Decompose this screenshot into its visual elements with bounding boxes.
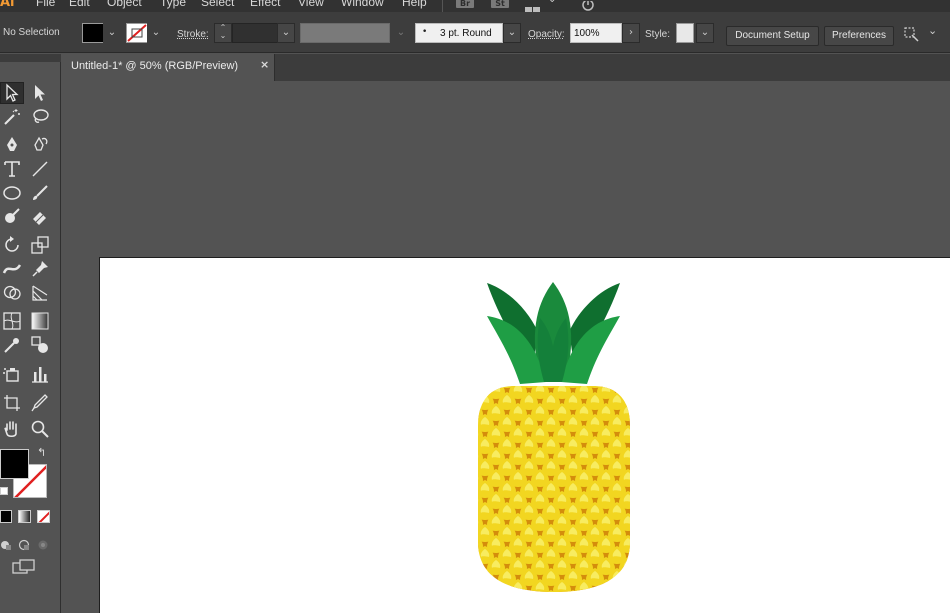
fill-color-swatch[interactable] <box>82 23 104 43</box>
control-bar: No Selection ⌄ ⌄ Stroke: ⌃ ⌄ ⌄ ⌄ • 3 pt. … <box>0 12 950 53</box>
none-mode-button[interactable] <box>37 510 50 523</box>
artboard[interactable] <box>99 257 950 613</box>
chevron-down-icon[interactable]: ⌄ <box>928 24 937 37</box>
style-dropdown[interactable]: ⌄ <box>696 23 714 43</box>
arrange-documents-icon[interactable] <box>524 0 542 12</box>
close-icon[interactable]: × <box>260 58 269 71</box>
document-tab-title: Untitled-1* @ 50% (RGB/Preview) <box>71 60 239 72</box>
tools-panel-grip[interactable] <box>0 54 61 62</box>
zoom-tool-icon[interactable] <box>28 418 52 440</box>
document-tab[interactable]: Untitled-1* @ 50% (RGB/Preview) × <box>62 54 275 81</box>
direct-selection-tool-icon[interactable] <box>28 82 52 104</box>
curvature-tool-icon[interactable] <box>28 134 52 156</box>
style-label: Style: <box>645 29 671 40</box>
selection-tool-icon[interactable] <box>0 82 24 104</box>
pineapple-illustration[interactable] <box>100 258 950 613</box>
type-tool-icon[interactable] <box>0 158 24 180</box>
default-colors-icon[interactable] <box>0 487 8 495</box>
menu-view[interactable]: View <box>298 0 324 9</box>
shape-builder-tool-icon[interactable] <box>0 282 24 304</box>
brush-dropdown[interactable]: ⌄ <box>503 23 521 43</box>
artboard-tool-icon[interactable] <box>0 392 24 414</box>
paintbrush-tool-icon[interactable] <box>28 182 52 204</box>
tools-panel: ↰ <box>0 54 61 613</box>
stock-button[interactable]: St <box>491 0 509 8</box>
brush-value: 3 pt. Round <box>440 28 492 39</box>
stroke-weight-stepper[interactable]: ⌃ ⌄ <box>214 23 232 43</box>
shaper-tool-icon[interactable] <box>0 206 24 228</box>
slice-tool-icon[interactable] <box>28 392 52 414</box>
menu-bar: Ai File Edit Object Type Select Effect V… <box>0 0 950 12</box>
line-tool-icon[interactable] <box>28 158 52 180</box>
menu-file[interactable]: File <box>36 0 55 9</box>
swap-fill-stroke-icon[interactable]: ↰ <box>37 446 46 459</box>
menu-effect[interactable]: Effect <box>250 0 280 9</box>
pen-tool-icon[interactable] <box>0 134 24 156</box>
gpu-performance-icon[interactable] <box>578 0 598 12</box>
illustrator-window: Ai File Edit Object Type Select Effect V… <box>0 0 950 613</box>
draw-normal-icon[interactable] <box>0 536 12 555</box>
opacity-arrow[interactable]: › <box>622 23 640 43</box>
eyedropper-tool-icon[interactable] <box>0 334 24 356</box>
menu-help[interactable]: Help <box>402 0 427 9</box>
hand-tool-icon[interactable] <box>0 418 24 440</box>
rotate-tool-icon[interactable] <box>0 234 24 256</box>
stroke-weight-dropdown[interactable]: ⌄ <box>277 23 295 43</box>
menu-edit[interactable]: Edit <box>69 0 90 9</box>
document-setup-button[interactable]: Document Setup <box>726 26 819 46</box>
chevron-down-icon[interactable]: ⌄ <box>548 0 556 5</box>
ellipse-tool-icon[interactable] <box>0 182 24 204</box>
symbol-sprayer-tool-icon[interactable] <box>0 363 24 385</box>
menu-separator <box>442 0 443 12</box>
stroke-color-swatch[interactable] <box>126 23 148 43</box>
stroke-label[interactable]: Stroke: <box>177 29 209 40</box>
menu-object[interactable]: Object <box>107 0 142 9</box>
graphic-style-swatch[interactable] <box>676 23 694 43</box>
brush-dot-icon: • <box>422 27 428 37</box>
opacity-input[interactable]: 100% <box>570 23 622 43</box>
width-tool-icon[interactable] <box>0 258 24 280</box>
menu-window[interactable]: Window <box>341 0 384 9</box>
blend-tool-icon[interactable] <box>28 334 52 356</box>
mesh-tool-icon[interactable] <box>0 310 24 332</box>
selection-status: No Selection <box>3 27 60 38</box>
pineapple-leaves <box>487 282 620 384</box>
perspective-grid-tool-icon[interactable] <box>28 282 52 304</box>
lasso-tool-icon[interactable] <box>28 106 52 128</box>
preferences-button[interactable]: Preferences <box>824 26 894 46</box>
document-tab-bar: Untitled-1* @ 50% (RGB/Preview) × <box>62 54 950 81</box>
fill-dropdown[interactable]: ⌄ <box>103 23 121 43</box>
stroke-weight-input[interactable] <box>232 23 278 43</box>
draw-inside-icon[interactable] <box>37 536 49 555</box>
transform-icon[interactable] <box>902 25 920 47</box>
canvas-area[interactable] <box>62 81 950 613</box>
stroke-dropdown[interactable]: ⌄ <box>147 23 165 43</box>
brush-definition[interactable]: • 3 pt. Round <box>415 23 503 43</box>
opacity-label[interactable]: Opacity: <box>528 29 565 40</box>
draw-behind-icon[interactable] <box>18 536 30 555</box>
app-logo: Ai <box>0 0 15 10</box>
puppet-warp-tool-icon[interactable] <box>28 258 52 280</box>
gradient-mode-button[interactable] <box>18 510 31 523</box>
menu-select[interactable]: Select <box>201 0 234 9</box>
fill-swatch-overlay[interactable] <box>0 449 29 479</box>
magic-wand-tool-icon[interactable] <box>0 106 24 128</box>
screen-mode-icon[interactable] <box>12 559 36 579</box>
variable-width-profile[interactable] <box>300 23 390 43</box>
eraser-tool-icon[interactable] <box>28 206 52 228</box>
bridge-button[interactable]: Br <box>456 0 474 8</box>
scale-tool-icon[interactable] <box>28 234 52 256</box>
menu-type[interactable]: Type <box>160 0 186 9</box>
color-mode-button[interactable] <box>0 510 12 523</box>
column-graph-tool-icon[interactable] <box>28 363 52 385</box>
opacity-value: 100% <box>574 28 600 39</box>
gradient-tool-icon[interactable] <box>28 310 52 332</box>
profile-dropdown[interactable]: ⌄ <box>392 23 410 43</box>
pineapple-body <box>478 386 630 592</box>
